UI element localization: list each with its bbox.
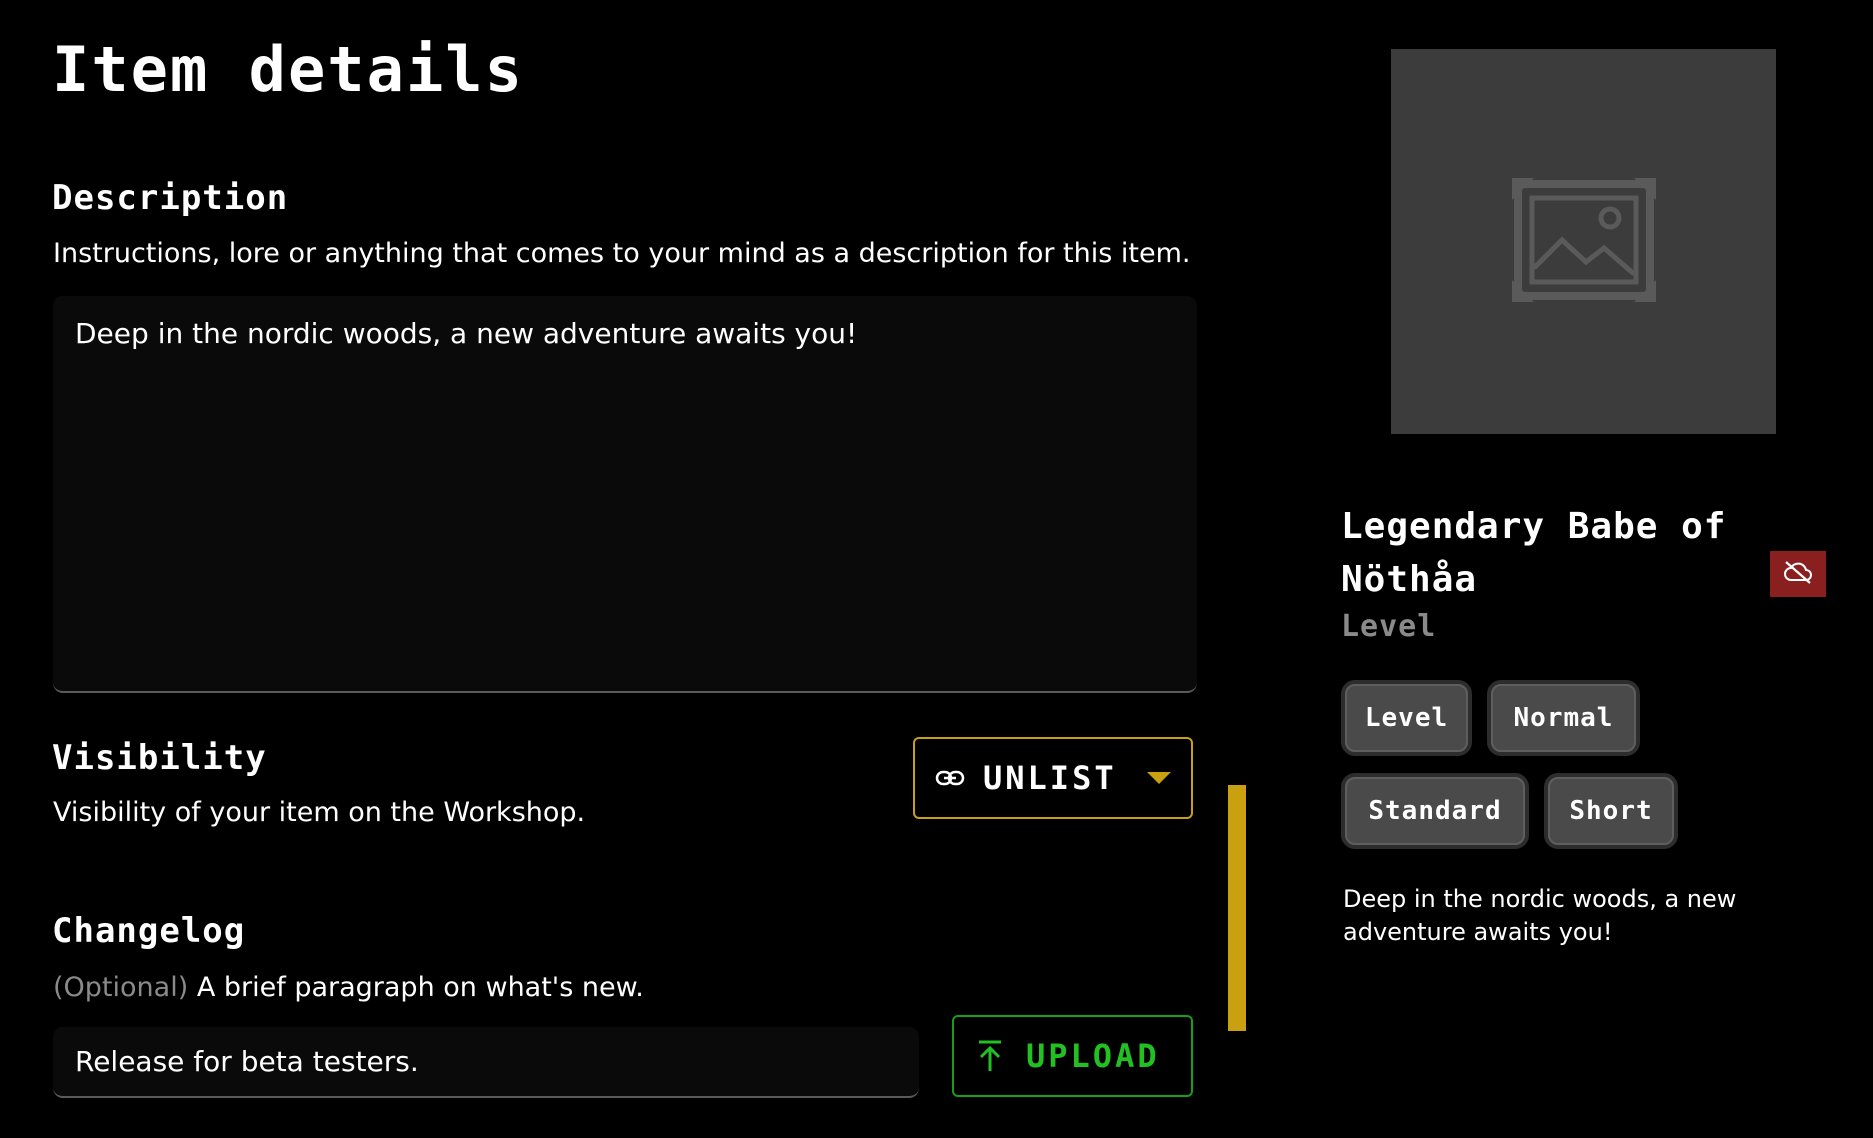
upload-arrow-icon (976, 1039, 1004, 1073)
changelog-title: Changelog (52, 911, 246, 951)
description-textarea[interactable]: Deep in the nordic woods, a new adventur… (53, 296, 1197, 693)
tag-standard[interactable]: Standard (1341, 773, 1529, 849)
link-icon (935, 768, 965, 788)
item-thumbnail[interactable] (1391, 49, 1776, 434)
visibility-title: Visibility (52, 738, 267, 778)
chevron-down-icon (1147, 772, 1171, 784)
preview-description: Deep in the nordic woods, a new adventur… (1343, 885, 1737, 946)
scrollbar-thumb[interactable] (1228, 785, 1246, 1031)
item-type: Level (1341, 609, 1437, 644)
visibility-dropdown[interactable]: UNLIST (913, 737, 1193, 819)
changelog-help-text: A brief paragraph on what's new. (196, 972, 644, 1003)
changelog-input[interactable]: Release for beta testers. (53, 1027, 919, 1098)
tag-short[interactable]: Short (1544, 773, 1678, 849)
changelog-help: (Optional) A brief paragraph on what's n… (53, 971, 644, 1005)
visibility-help: Visibility of your item on the Workshop. (53, 797, 586, 828)
cloud-off-icon (1783, 560, 1813, 588)
tag-level[interactable]: Level (1341, 680, 1472, 756)
upload-label: UPLOAD (1026, 1037, 1160, 1075)
tag-normal[interactable]: Normal (1487, 680, 1640, 756)
visibility-selected-value: UNLIST (983, 759, 1117, 797)
description-title: Description (52, 178, 289, 218)
changelog-optional-label: (Optional) (53, 972, 189, 1003)
image-placeholder-icon (1511, 177, 1656, 306)
description-help: Instructions, lore or anything that come… (53, 238, 1191, 269)
cloud-off-button[interactable] (1770, 551, 1826, 597)
page-title: Item details (52, 33, 524, 106)
item-title: Legendary Babe of Nöthåa (1341, 506, 1727, 600)
upload-button[interactable]: UPLOAD (952, 1015, 1193, 1097)
